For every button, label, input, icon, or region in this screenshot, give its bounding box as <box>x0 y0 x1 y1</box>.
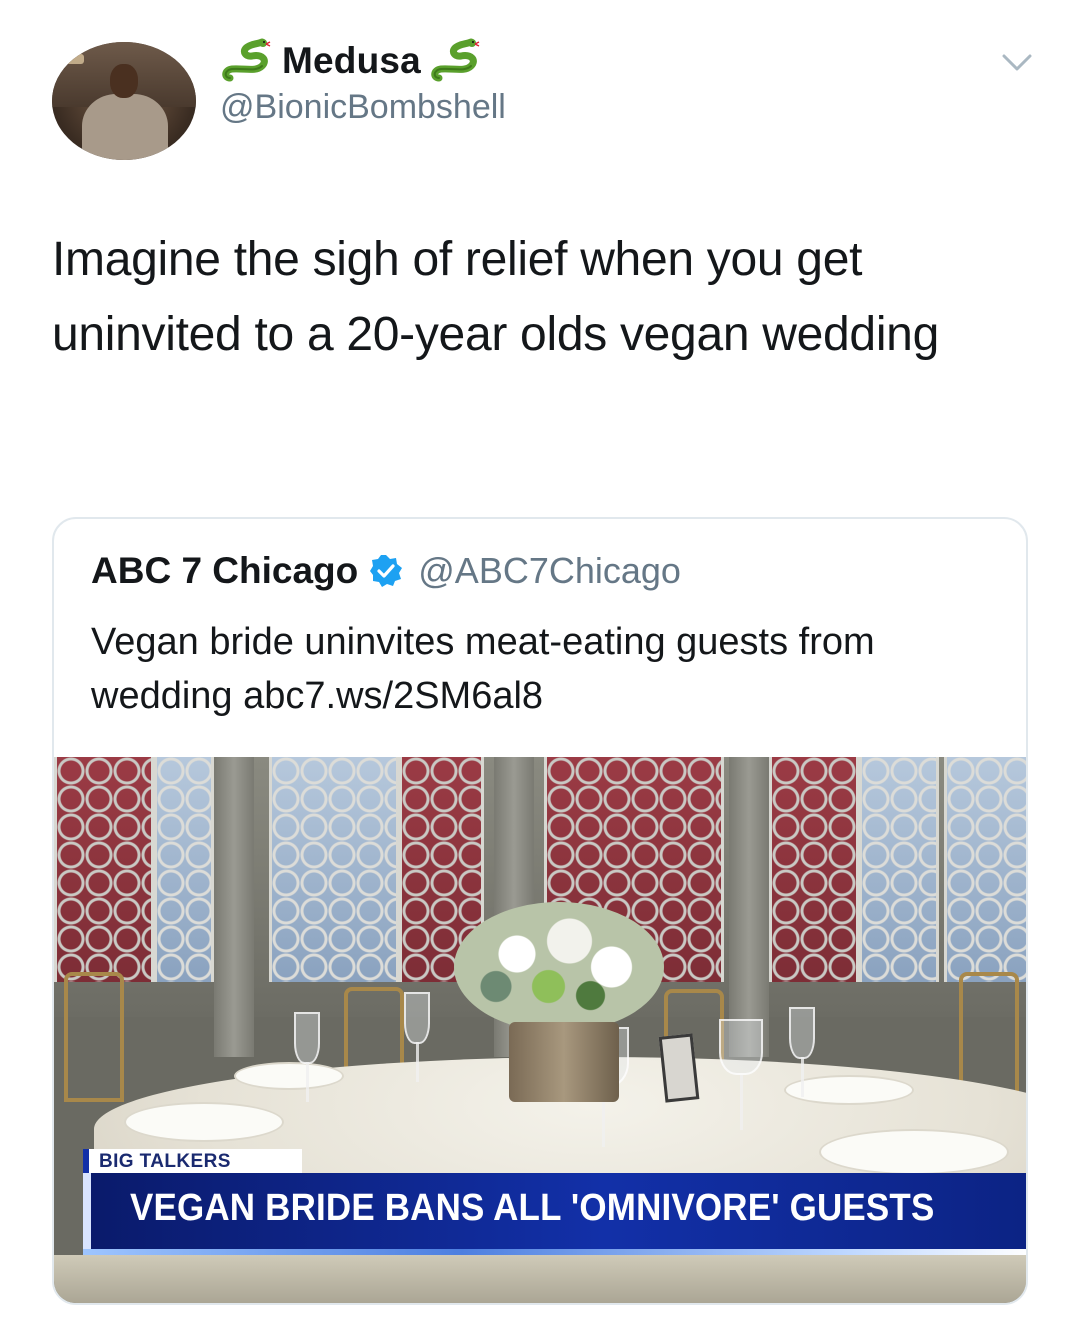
author-handle[interactable]: @BionicBombshell <box>220 88 506 127</box>
verified-badge-icon <box>370 555 403 587</box>
tweet-text: Imagine the sigh of relief when you get … <box>52 233 939 361</box>
chyron-headline: VEGAN BRIDE BANS ALL 'OMNIVORE' GUESTS <box>130 1187 935 1229</box>
snake-icon <box>431 38 480 82</box>
quoted-tweet-image[interactable]: BIG TALKERS VEGAN BRIDE BANS ALL 'OMNIVO… <box>54 757 1026 1303</box>
chyron-tag-label: BIG TALKERS <box>99 1151 231 1172</box>
quoted-author-handle: @ABC7Chicago <box>418 550 681 591</box>
chevron-down-icon[interactable] <box>1000 50 1034 76</box>
author-name-row[interactable]: Medusa <box>222 38 481 84</box>
quoted-tweet-text: Vegan bride uninvites meat-eating guests… <box>91 621 875 717</box>
quoted-author-name: ABC 7 Chicago <box>91 550 359 591</box>
chyron-headline-bar: VEGAN BRIDE BANS ALL 'OMNIVORE' GUESTS <box>83 1173 1026 1255</box>
snake-icon <box>222 38 271 82</box>
author-name: Medusa <box>282 40 421 81</box>
chyron-tag: BIG TALKERS <box>83 1149 302 1175</box>
avatar[interactable] <box>52 42 196 160</box>
quoted-tweet-header: ABC 7 Chicago @ABC7Chicago <box>91 547 681 595</box>
quoted-tweet[interactable]: ABC 7 Chicago @ABC7Chicago Vegan bride u… <box>52 517 1028 1305</box>
